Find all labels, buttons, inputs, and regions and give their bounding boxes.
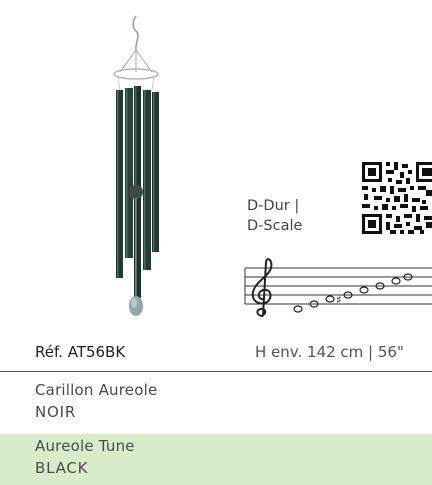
product-title-french: Carillon Aureole (35, 381, 158, 399)
product-dimensions: H env. 142 cm | 56" (255, 343, 404, 361)
scale-label: D-Dur | D-Scale (247, 196, 302, 236)
product-name-french: Carillon Aureole NOIR (0, 378, 432, 430)
musical-staff-icon: ♯ (243, 258, 432, 326)
wind-chime-image (96, 14, 186, 328)
svg-text:♯: ♯ (336, 293, 342, 307)
product-name-english: Aureole Tune BLACK (0, 434, 432, 485)
reference-row: Réf. AT56BK H env. 142 cm | 56" (0, 338, 432, 372)
scale-label-line2: D-Scale (247, 218, 303, 234)
product-title-english: Aureole Tune (35, 437, 135, 455)
product-color-french: NOIR (35, 403, 77, 421)
product-color-english: BLACK (35, 459, 89, 477)
scale-label-line1: D-Dur | (247, 198, 300, 214)
qr-code-icon (360, 160, 432, 240)
product-reference: Réf. AT56BK (35, 343, 126, 361)
